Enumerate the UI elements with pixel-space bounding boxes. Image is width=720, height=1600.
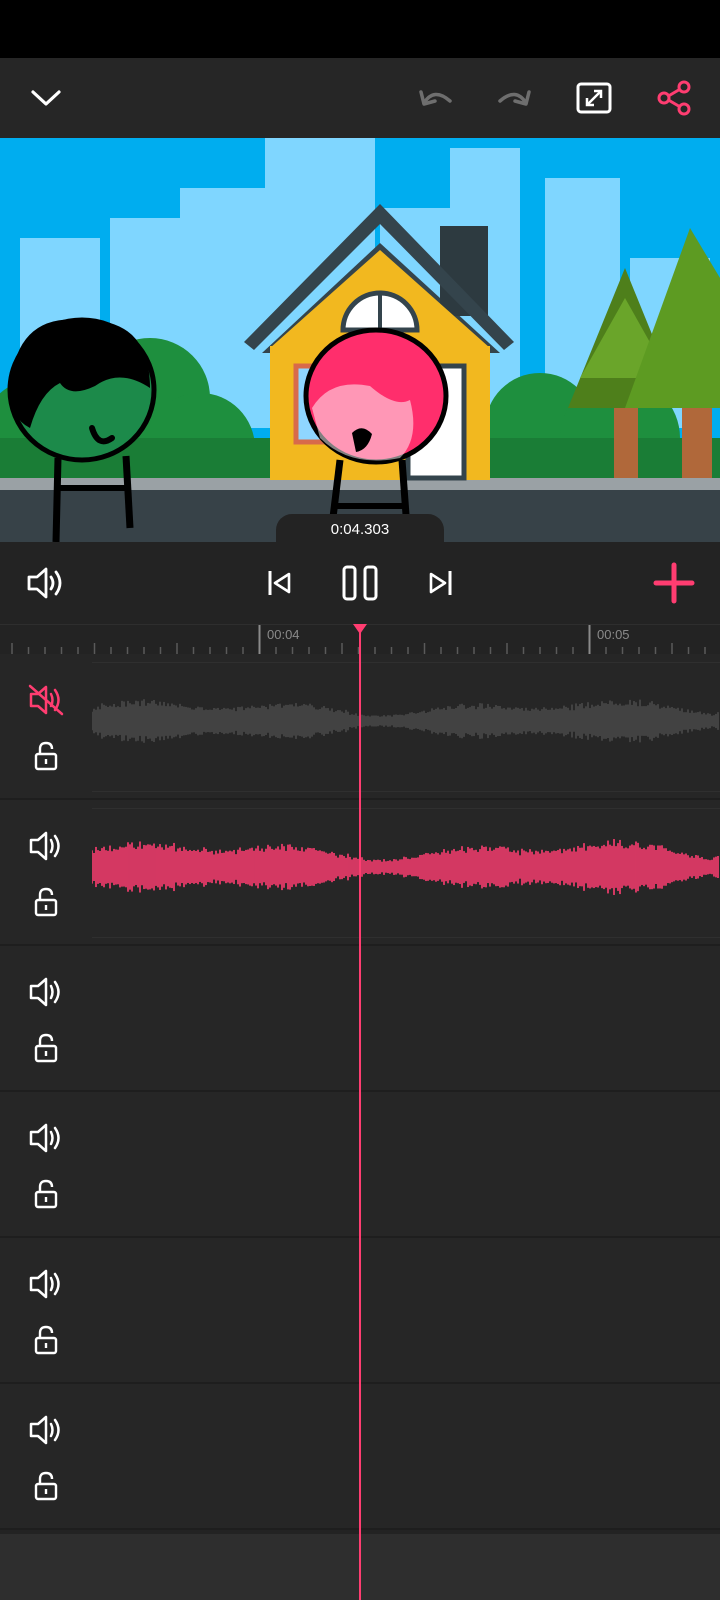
share-button[interactable]: [644, 58, 704, 138]
track-mute-button[interactable]: [26, 680, 66, 720]
current-time-display: 0:04.303: [276, 514, 444, 544]
track-lock-button[interactable]: [26, 1174, 66, 1214]
track-lock-button[interactable]: [26, 1466, 66, 1506]
redo-icon: [498, 90, 531, 106]
add-media-button[interactable]: [644, 542, 704, 624]
track-controls: [0, 800, 92, 946]
track-mute-button[interactable]: [26, 972, 66, 1012]
track-lock-button[interactable]: [26, 1028, 66, 1068]
share-icon: [657, 80, 691, 116]
track-controls: [0, 1092, 92, 1238]
undo-icon: [419, 90, 452, 106]
unlock-icon: [34, 1471, 58, 1501]
top-toolbar: [0, 58, 720, 138]
track-controls: [0, 946, 92, 1092]
playhead[interactable]: [359, 624, 361, 1600]
unlock-icon: [34, 1179, 58, 1209]
audio-waveform[interactable]: [91, 663, 720, 791]
master-volume-button[interactable]: [16, 542, 76, 624]
ruler-label-0: 00:04: [267, 627, 300, 642]
skip-to-end-button[interactable]: [410, 542, 470, 624]
video-preview[interactable]: [0, 138, 720, 542]
volume-icon: [29, 1269, 60, 1299]
track-lane[interactable]: [91, 662, 720, 792]
playback-controls: [0, 542, 720, 624]
track-lane[interactable]: [91, 808, 720, 938]
status-bar: [0, 0, 720, 58]
add-icon: [653, 562, 695, 604]
unlock-icon: [34, 887, 58, 917]
skip-to-start-icon: [268, 571, 291, 595]
track-lock-button[interactable]: [26, 736, 66, 776]
fullscreen-button[interactable]: [564, 58, 624, 138]
redo-button[interactable]: [484, 58, 544, 138]
pause-button[interactable]: [330, 542, 390, 624]
fullscreen-icon: [576, 82, 612, 114]
track-controls: [0, 654, 92, 800]
track-mute-button[interactable]: [26, 1410, 66, 1450]
audio-waveform[interactable]: [91, 809, 720, 937]
collapse-button[interactable]: [16, 58, 76, 138]
unlock-icon: [34, 1325, 58, 1355]
playhead-handle[interactable]: [353, 624, 367, 634]
volume-icon: [27, 567, 62, 599]
volume-icon: [29, 1123, 60, 1153]
track-lock-button[interactable]: [26, 882, 66, 922]
undo-button[interactable]: [406, 58, 466, 138]
chevron-down-icon: [31, 90, 61, 106]
current-time-label: 0:04.303: [330, 520, 390, 538]
volume-icon: [29, 1415, 60, 1445]
track-mute-button[interactable]: [26, 1118, 66, 1158]
unlock-icon: [34, 1033, 58, 1063]
track-mute-button[interactable]: [26, 826, 66, 866]
volume-icon: [29, 977, 60, 1007]
volume-icon: [29, 831, 60, 861]
track-controls: [0, 1384, 92, 1530]
volume-muted-icon: [28, 684, 64, 716]
unlock-icon: [34, 741, 58, 771]
skip-to-start-button[interactable]: [250, 542, 310, 624]
ruler-label-1: 00:05: [597, 627, 630, 642]
skip-to-end-icon: [429, 571, 452, 595]
pause-icon: [342, 565, 378, 601]
track-controls: [0, 1238, 92, 1384]
track-mute-button[interactable]: [26, 1264, 66, 1304]
video-frame: [0, 138, 720, 542]
track-lock-button[interactable]: [26, 1320, 66, 1360]
